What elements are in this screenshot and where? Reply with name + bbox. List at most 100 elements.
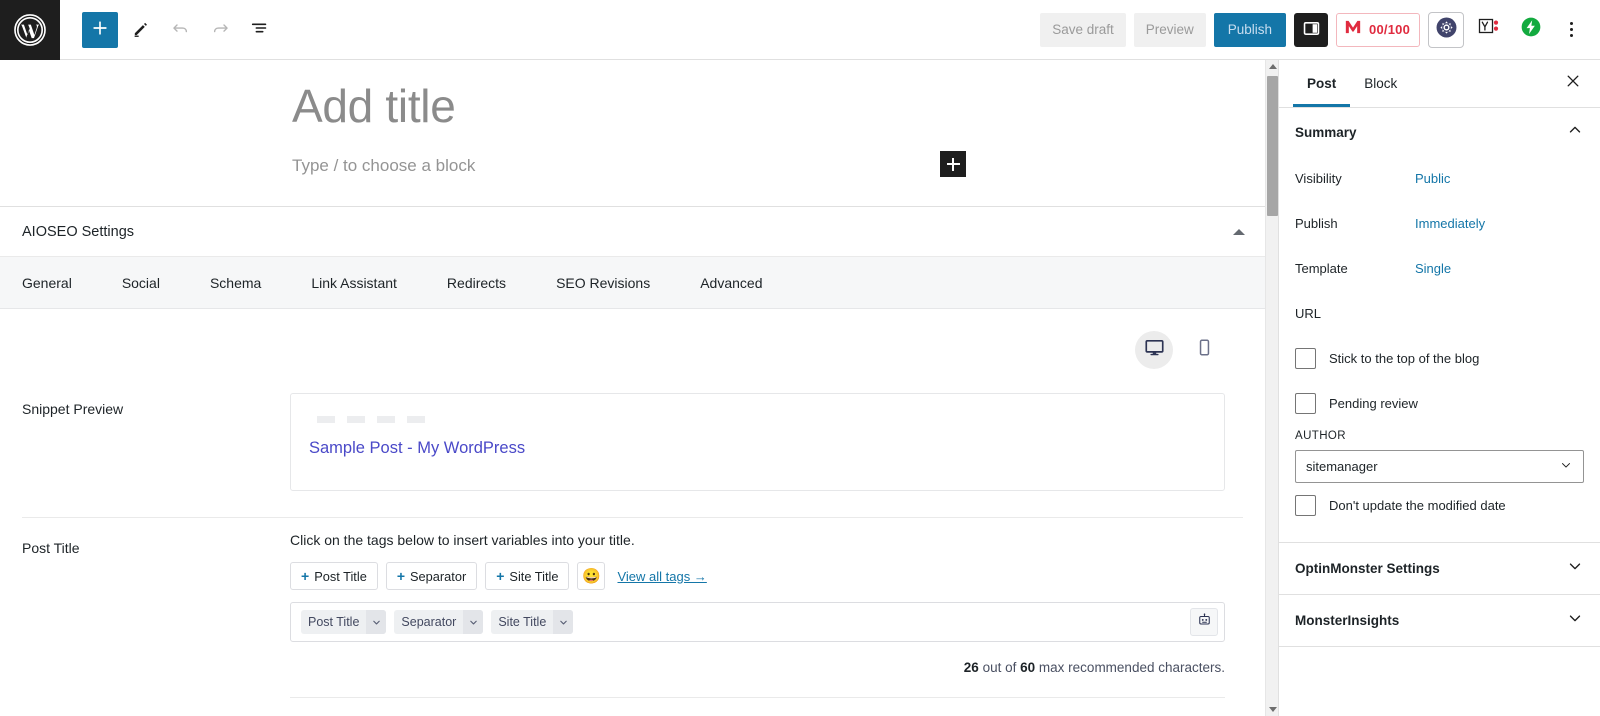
monsterinsights-m-icon [1343,17,1363,42]
snippet-preview-box: Sample Post - My WordPress [290,393,1225,492]
desktop-monitor-icon [1144,337,1165,363]
snippet-preview-row: Snippet Preview Sample Post - My WordPre… [22,379,1243,492]
summary-section-header[interactable]: Summary [1279,108,1600,156]
caret-up-icon[interactable] [1233,228,1245,235]
tab-advanced[interactable]: Advanced [700,275,788,291]
tab-post[interactable]: Post [1293,60,1350,107]
chip-post-title[interactable]: Post Title [301,610,387,635]
row-publish: Publish Immediately [1295,201,1584,246]
more-options-icon [1569,22,1573,25]
yoast-seo-button[interactable] [1472,13,1506,47]
seo-title-input[interactable]: Post Title Separator Site Title [290,602,1225,643]
plus-icon: + [301,568,310,585]
sticky-checkbox[interactable] [1295,348,1316,369]
character-count-prefix: out of [982,660,1017,676]
ai-title-generator-button[interactable] [1190,608,1218,637]
publish-button[interactable]: Publish [1213,12,1287,47]
seo-score-button[interactable]: 00/100 [1336,12,1420,47]
save-draft-button[interactable]: Save draft [1040,12,1126,47]
chip-label: Post Title [308,615,360,630]
editor-scrollbar[interactable] [1265,60,1278,716]
modified-date-checkbox[interactable] [1295,495,1316,516]
chevron-down-icon[interactable] [553,610,574,635]
pending-review-checkbox[interactable] [1295,393,1316,414]
tab-block[interactable]: Block [1350,60,1411,107]
settings-sidebar-toggle-button[interactable] [1294,12,1329,47]
aioseo-settings-button[interactable] [1428,11,1464,48]
post-title-zone: Add title [0,60,1265,134]
tab-seo-revisions[interactable]: SEO Revisions [556,275,676,291]
chevron-down-icon[interactable] [463,610,484,635]
snippet-title-link[interactable]: Sample Post - My WordPress [309,439,1206,458]
add-block-button[interactable] [82,11,118,48]
template-value-button[interactable]: Single [1415,261,1451,276]
tab-schema[interactable]: Schema [210,275,287,291]
character-count-max: 60 [1020,660,1036,676]
post-title-row: Post Title Click on the tags below to in… [22,518,1243,699]
chevron-down-icon[interactable] [366,610,387,635]
row-visibility: Visibility Public [1295,156,1584,201]
post-title-input[interactable]: Add title [292,78,1265,134]
accordion-optinmonster[interactable]: OptinMonster Settings [1279,543,1600,595]
close-sidebar-button[interactable] [1558,69,1588,99]
tab-redirects[interactable]: Redirects [447,275,532,291]
device-preview-toggle [22,309,1243,379]
device-mobile-button[interactable] [1185,331,1223,369]
template-label: Template [1295,261,1348,276]
pending-review-label: Pending review [1329,396,1418,411]
green-lightning-bolt-icon [1520,16,1542,43]
aioseo-tab-bar: General Social Schema Link Assistant Red… [0,257,1265,310]
author-select[interactable]: sitemanager [1295,450,1584,483]
list-view-button[interactable] [242,12,278,48]
aioseo-panel-header[interactable]: AIOSEO Settings [0,207,1265,258]
author-label: AUTHOR [1295,430,1346,442]
visibility-value-button[interactable]: Public [1415,171,1450,186]
url-label: URL [1295,306,1322,321]
inline-add-block-button[interactable] [940,151,966,178]
chip-separator[interactable]: Separator [394,610,484,635]
undo-button[interactable] [162,12,198,48]
post-settings-sidebar: Post Block Summary Visibility Public Pub… [1278,60,1600,716]
more-options-button[interactable] [1556,13,1586,47]
preview-button[interactable]: Preview [1133,12,1206,47]
scrollbar-thumb[interactable] [1267,76,1278,216]
caret-up-icon [1268,64,1277,69]
wordpress-logo-button[interactable] [0,0,60,60]
empty-block-row: Type / to choose a block [0,134,1265,178]
row-template: Template Single [1295,246,1584,291]
row-modified-date: Don't update the modified date [1295,483,1584,528]
snippet-preview-label: Snippet Preview [22,401,124,418]
publish-label: Publish [1295,216,1338,231]
chip-label: Separator [401,615,457,630]
insert-separator-tag-button[interactable]: + Separator [385,562,478,591]
tab-link-assistant[interactable]: Link Assistant [311,275,423,291]
view-all-tags-link[interactable]: View all tags → [617,569,706,584]
chip-site-title[interactable]: Site Title [491,610,574,635]
publish-value-button[interactable]: Immediately [1415,216,1485,231]
insert-post-title-tag-button[interactable]: + Post Title [290,562,378,591]
post-title-hint: Click on the tags below to insert variab… [290,532,635,549]
toolbar-left-group [60,11,278,48]
document-outline-icon [249,17,271,42]
performance-bolt-button[interactable] [1514,13,1548,47]
edit-mode-button[interactable] [122,12,158,48]
aioseo-settings-panel: AIOSEO Settings General Social Schema Li… [0,206,1265,699]
row-url: URL [1295,291,1584,336]
redo-button[interactable] [202,12,238,48]
accordion-monsterinsights[interactable]: MonsterInsights [1279,595,1600,647]
tag-button-row: + Post Title + Separator + Site Title 😀 [290,562,1225,591]
chip-label: Site Title [498,615,547,630]
smiley-face-icon[interactable]: 😀 [577,562,606,591]
device-desktop-button[interactable] [1135,331,1173,370]
block-placeholder-text[interactable]: Type / to choose a block [292,156,475,176]
chevron-down-icon [1566,557,1584,580]
snippet-preview-field: Sample Post - My WordPress [290,393,1243,492]
undo-arrow-icon [170,18,191,42]
chevron-up-icon[interactable] [1566,121,1584,144]
editor-top-toolbar: Save draft Preview Publish 00/100 [0,0,1600,60]
insert-site-title-tag-button[interactable]: + Site Title [485,562,570,591]
tab-social[interactable]: Social [122,275,186,291]
caret-down-icon [1268,707,1277,712]
chevron-down-icon [1559,458,1573,475]
tab-general[interactable]: General [22,275,98,291]
